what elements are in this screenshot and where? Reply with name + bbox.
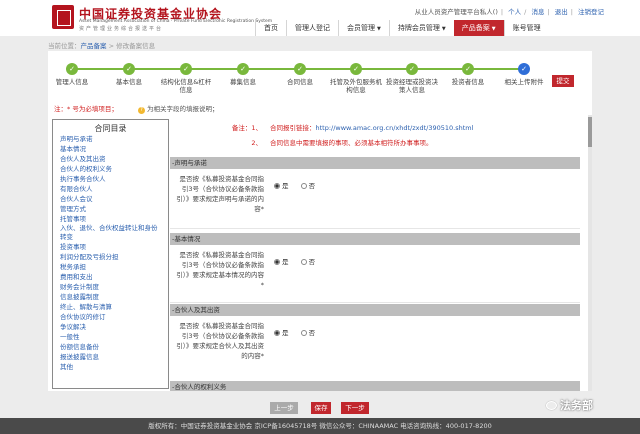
section-title: -合伙人及其出资 [170,304,580,316]
toc-item[interactable]: 终止、解散与清算 [53,302,168,312]
messages-link[interactable]: 消息 [531,8,544,16]
submit-button[interactable]: 提交 [552,75,574,87]
toc-item[interactable]: 合伙人的权利义务 [53,164,168,174]
section-basic-info: -基本情况 是否按《私募投资基金合同指引3号（合伙协议必备条款指引）》要求规定基… [170,233,580,303]
required-note: 注：* 号为必填项目； [54,105,118,113]
toc-item[interactable]: 利润分配及亏损分担 [53,252,168,262]
toc-item[interactable]: 税务承担 [53,262,168,272]
nav-home[interactable]: 首页 [255,20,286,36]
breadcrumb: 当前位置：产品备案 > 修改备案信息 [48,42,156,50]
brand-subtitle-cn: 资产管理业务综合报送平台 [79,26,164,32]
scrollbar-thumb[interactable] [588,117,592,147]
radio-no[interactable]: 否 [300,329,315,337]
toc-item[interactable]: 争议解决 [53,322,168,332]
section-partner-rights: -合伙人的权利义务 [170,381,580,391]
deregister-link[interactable]: 注销登记 [578,8,604,16]
check-icon: ✓ [180,63,192,75]
toc-item[interactable]: 投资事项 [53,242,168,252]
radio-group: 是 否 [274,180,325,190]
toc-title: 合同目录 [94,124,127,133]
brand-subtitle-en: Asset Management Association of China · … [79,19,273,24]
check-icon: ✓ [66,63,78,75]
top-links: 从业人员资产管理平台私人() | 个人 / 消息 | 退出 | 注销登记 [414,8,604,16]
nav-member-management[interactable]: 会员管理 ▼ [338,20,389,36]
check-icon: ✓ [123,63,135,75]
toc-item[interactable]: 执行事务合伙人 [53,174,168,184]
contract-toc: 合同目录 声明与承诺 基本情况 合伙人及其出资 合伙人的权利义务 执行事务合伙人… [52,119,169,389]
prev-step-button[interactable]: 上一步 [270,402,298,414]
toc-item[interactable]: 托管事项 [53,214,168,224]
form-notice: 注：* 号为必填项目； ? 为相关字段的填报说明； [54,103,584,114]
field-label: 是否按《私募投资基金合同指引3号（合伙协议必备条款指引）》要求规定基本情况的内容… [176,251,264,289]
toc-item[interactable]: 入伙、退伙、合伙权益转让和身份转变 [53,224,168,242]
check-icon: ✓ [462,63,474,75]
toc-item[interactable]: 管理方式 [53,204,168,214]
radio-yes[interactable]: 是 [274,329,289,337]
check-icon: ✓ [237,63,249,75]
check-icon: ✓ [350,63,362,75]
toc-item[interactable]: 合伙协议的修订 [53,312,168,322]
help-icon: ? [137,107,145,114]
radio-no[interactable]: 否 [300,258,315,266]
toc-item[interactable]: 份额信息备份 [53,342,168,352]
save-button[interactable]: 保存 [311,402,331,414]
logout-link[interactable]: 退出 [555,8,568,16]
nav-account-management[interactable]: 账号管理 [503,20,549,36]
radio-no[interactable]: 否 [300,182,315,190]
remark-row: 备注：1、 合同报引链接：http://www.amac.org.cn/xhdt… [231,124,474,132]
field-label: 是否按《私募投资基金合同指引3号（合伙协议必备条款指引）》要求规定合伙人及其出资… [176,322,264,360]
section-partners-contribution: -合伙人及其出资 是否按《私募投资基金合同指引3号（合伙协议必备条款指引）》要求… [170,304,580,382]
toc-item[interactable]: 报送披露信息 [53,352,168,362]
tip-note: 为相关字段的填报说明； [146,105,219,113]
check-icon: ✓ [406,63,418,75]
nav-manager-registration[interactable]: 管理人登记 [286,20,338,36]
toc-item[interactable]: 费用和支出 [53,272,168,282]
section-title: -声明与承诺 [170,157,580,169]
toc-item[interactable]: 财务会计制度 [53,282,168,292]
current-step-icon: ✓ [518,63,530,75]
toc-item[interactable]: 声明与承诺 [53,134,168,144]
chevron-down-icon: ▼ [377,26,381,32]
amac-logo [52,5,74,29]
personal-link[interactable]: 个人 [508,8,521,16]
toc-item[interactable]: 一般性 [53,332,168,342]
check-icon: ✓ [294,63,306,75]
toc-item[interactable]: 合伙人会议 [53,194,168,204]
form-scrollbar[interactable] [588,115,592,391]
greeting-text: 从业人员资产管理平台私人() [414,8,498,16]
radio-yes[interactable]: 是 [274,182,289,190]
watermark: 法务部 [546,397,593,413]
chevron-down-icon: ▼ [441,26,446,32]
guideline-link[interactable]: http://www.amac.org.cn/xhdt/zxdt/390510.… [316,124,474,132]
wechat-icon [546,401,557,410]
next-step-button[interactable]: 下一步 [341,402,369,414]
section-declaration: -声明与承诺 是否按《私募投资基金合同指引3号（合伙协议必备条款指引）》要求规定… [170,157,580,229]
filing-panel: ✓ 管理人信息 ✓ 基本信息 ✓ 结构化信息&杠杆信息 ✓ 募集信息 ✓ 合同信息 ✓ 托管… [48,51,592,391]
section-title: -合伙人的权利义务 [170,381,580,391]
breadcrumb-product-filing[interactable]: 产品备案 [81,42,107,50]
main-nav: 首页 管理人登记 会员管理 ▼ 持牌会员管理 ▼ 产品备案 ▼ 账号管理 [255,20,549,36]
section-title: -基本情况 [170,233,580,245]
nav-licensed-member[interactable]: 持牌会员管理 ▼ [388,20,454,36]
toc-item[interactable]: 有限合伙人 [53,184,168,194]
field-label: 是否按《私募投资基金合同指引3号（合伙协议必备条款指引）》要求规定声明与承诺的内… [176,175,264,213]
toc-item[interactable]: 其他 [53,362,168,372]
radio-group: 是 否 [274,327,325,337]
chevron-down-icon: ▼ [491,26,496,32]
radio-group: 是 否 [274,256,325,266]
toc-item[interactable]: 基本情况 [53,144,168,154]
remark-row: 2、 合同信息中需要填报的事项、必须基本相符所办事事项。 [251,139,433,147]
breadcrumb-current: 修改备案信息 [116,42,156,50]
header: 中国证券投资基金业协会 Asset Management Association… [0,0,640,36]
nav-product-filing[interactable]: 产品备案 ▼ [453,20,504,36]
contract-form: 备注：1、 合同报引链接：http://www.amac.org.cn/xhdt… [170,115,588,391]
toc-item[interactable]: 合伙人及其出资 [53,154,168,164]
footer: 版权所有：中国证券投资基金业协会 京ICP备16045718号 微信公众号：CH… [0,418,640,434]
radio-yes[interactable]: 是 [274,258,289,266]
toc-item[interactable]: 信息披露制度 [53,292,168,302]
